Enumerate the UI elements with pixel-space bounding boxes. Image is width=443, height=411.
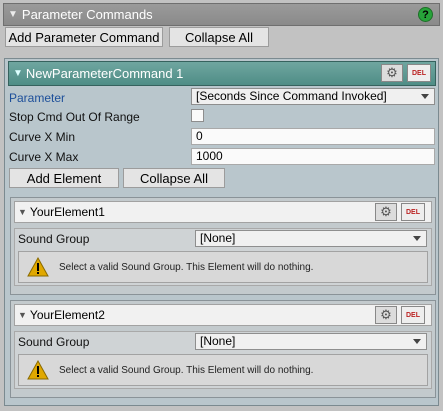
parameter-command-panel: ▼ NewParameterCommand 1 ⚙ DEL Parameter … (4, 58, 439, 406)
element-header[interactable]: ▼ YourElement2 ⚙ DEL (14, 304, 432, 326)
curve-x-max-label: Curve X Max (9, 150, 79, 164)
stop-cmd-label: Stop Cmd Out Of Range (9, 110, 140, 124)
element-header[interactable]: ▼ YourElement1 ⚙ DEL (14, 201, 432, 223)
gear-icon[interactable]: ⚙ (375, 203, 397, 221)
delete-button[interactable]: DEL (401, 203, 425, 221)
chevron-down-icon (421, 94, 429, 99)
sound-group-value: [None] (200, 231, 236, 245)
warning-text: Select a valid Sound Group. This Element… (59, 261, 314, 273)
command-name: NewParameterCommand 1 (25, 66, 184, 81)
warning-icon (27, 360, 49, 380)
chevron-down-icon (413, 236, 421, 241)
collapse-triangle-icon[interactable]: ▼ (13, 68, 23, 79)
collapse-all-button[interactable]: Collapse All (169, 27, 269, 47)
chevron-down-icon (413, 339, 421, 344)
collapse-triangle-icon[interactable]: ▼ (18, 207, 27, 217)
inspector-panel: ▼ Parameter Commands ? Add Parameter Com… (0, 0, 443, 411)
curve-x-min-field[interactable]: 0 (191, 128, 435, 145)
help-icon[interactable]: ? (418, 7, 433, 22)
command-header[interactable]: ▼ NewParameterCommand 1 ⚙ DEL (8, 61, 436, 86)
element-name: YourElement1 (29, 205, 105, 219)
sound-group-label: Sound Group (18, 232, 90, 246)
collapse-all-elements-button[interactable]: Collapse All (123, 168, 225, 188)
element-body: Sound Group [None] Select a valid Sound … (14, 228, 432, 286)
sound-group-dropdown[interactable]: [None] (195, 230, 427, 247)
curve-x-min-label: Curve X Min (9, 130, 76, 144)
parameter-value: [Seconds Since Command Invoked] (196, 89, 387, 103)
delete-button[interactable]: DEL (401, 306, 425, 324)
element-panel: ▼ YourElement1 ⚙ DEL Sound Group [None] (10, 197, 436, 295)
parameter-label: Parameter (9, 91, 66, 105)
gear-icon[interactable]: ⚙ (375, 306, 397, 324)
section-title: Parameter Commands (21, 7, 153, 22)
parameter-commands-header[interactable]: ▼ Parameter Commands ? (3, 3, 440, 26)
collapse-triangle-icon[interactable]: ▼ (8, 9, 18, 20)
element-body: Sound Group [None] Select a valid Sound … (14, 331, 432, 389)
delete-button[interactable]: DEL (407, 64, 431, 82)
element-name: YourElement2 (29, 308, 105, 322)
add-element-button[interactable]: Add Element (9, 168, 119, 188)
sound-group-value: [None] (200, 334, 236, 348)
curve-x-max-field[interactable]: 1000 (191, 148, 435, 165)
toolbar: Add Parameter Command Collapse All (5, 27, 275, 47)
warning-icon (27, 257, 49, 277)
sound-group-label: Sound Group (18, 335, 90, 349)
gear-icon[interactable]: ⚙ (381, 64, 403, 82)
collapse-triangle-icon[interactable]: ▼ (18, 310, 27, 320)
sound-group-dropdown[interactable]: [None] (195, 333, 427, 350)
element-panel: ▼ YourElement2 ⚙ DEL Sound Group [None] (10, 300, 436, 398)
add-parameter-command-button[interactable]: Add Parameter Command (5, 27, 163, 47)
warning-box: Select a valid Sound Group. This Element… (18, 251, 428, 283)
parameter-dropdown[interactable]: [Seconds Since Command Invoked] (191, 88, 435, 105)
warning-text: Select a valid Sound Group. This Element… (59, 364, 314, 376)
stop-cmd-checkbox[interactable] (191, 109, 204, 122)
warning-box: Select a valid Sound Group. This Element… (18, 354, 428, 386)
